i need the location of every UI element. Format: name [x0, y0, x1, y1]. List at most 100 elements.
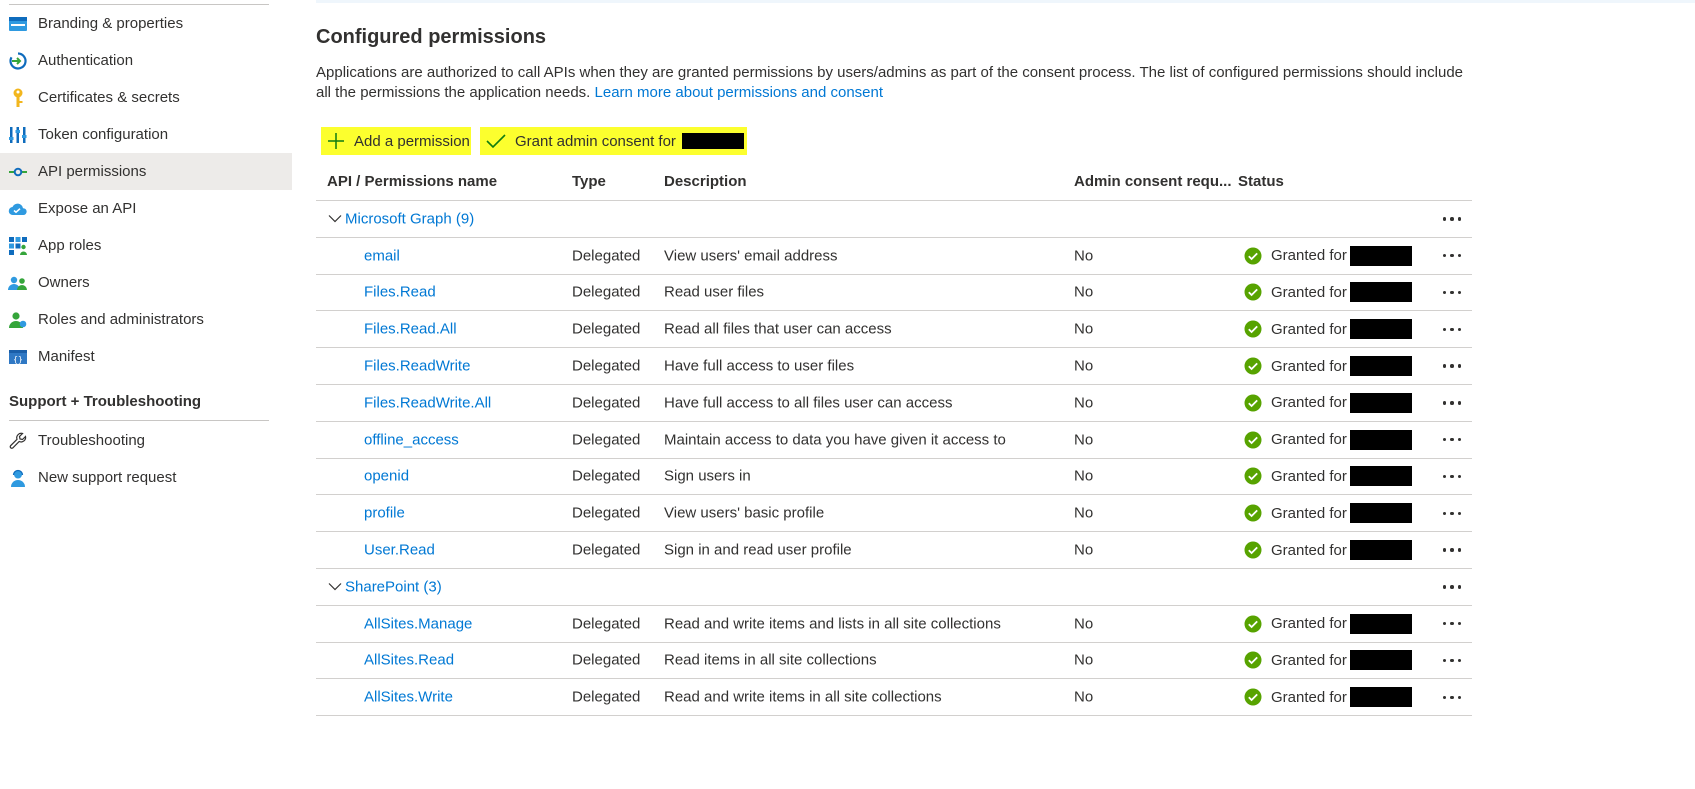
- table-row: offline_access Delegated Maintain access t…: [316, 422, 1472, 459]
- sidebar-item-label: Owners: [38, 274, 90, 291]
- permission-name-link[interactable]: Files.ReadWrite: [364, 358, 470, 375]
- permission-description: Read and write items in all site collect…: [664, 688, 942, 706]
- more-options-button[interactable]: [1438, 356, 1466, 376]
- sidebar-item-api-permissions[interactable]: API permissions: [0, 153, 292, 190]
- more-options-button[interactable]: [1438, 650, 1466, 670]
- header-type[interactable]: Type: [572, 173, 606, 190]
- sidebar-item-owners[interactable]: Owners: [0, 264, 292, 301]
- more-options-button[interactable]: [1438, 687, 1466, 707]
- header-status[interactable]: Status: [1238, 173, 1284, 190]
- more-options-button[interactable]: [1438, 540, 1466, 560]
- redacted-tenant-name: [1349, 466, 1412, 487]
- group-toggle[interactable]: SharePoint (3): [328, 578, 442, 595]
- status-text: Granted for: [1271, 357, 1347, 375]
- sidebar-item-label: Authentication: [38, 52, 134, 69]
- permission-name-link[interactable]: openid: [364, 468, 409, 485]
- permission-name-link[interactable]: profile: [364, 505, 405, 522]
- permission-type: Delegated: [572, 615, 641, 633]
- sidebar-item-label: New support request: [38, 469, 177, 486]
- top-strip: [316, 0, 1695, 3]
- sidebar-item-token-configuration[interactable]: Token configuration: [0, 116, 292, 153]
- sidebar-item-roles-admins[interactable]: Roles and administrators: [0, 301, 292, 338]
- header-name[interactable]: API / Permissions name: [327, 173, 497, 190]
- permission-type: Delegated: [572, 431, 641, 449]
- sidebar-item-label: API permissions: [38, 163, 147, 180]
- more-options-button[interactable]: [1438, 209, 1466, 229]
- redacted-tenant-name: [1349, 650, 1412, 671]
- more-icon: [1442, 290, 1462, 295]
- permission-name-link[interactable]: AllSites.Write: [364, 689, 453, 706]
- redacted-tenant-name: [1349, 245, 1412, 266]
- permission-type: Delegated: [572, 651, 641, 669]
- more-options-button[interactable]: [1438, 282, 1466, 302]
- more-icon: [1442, 437, 1462, 442]
- table-row: AllSites.Read Delegated Read items in all …: [316, 643, 1472, 680]
- more-options-button[interactable]: [1438, 614, 1466, 634]
- permission-name-link[interactable]: offline_access: [364, 431, 459, 448]
- admin-consent-required: No: [1074, 247, 1094, 265]
- more-options-button[interactable]: [1438, 319, 1466, 339]
- permission-name-link[interactable]: Files.Read.All: [364, 321, 457, 338]
- owners-icon: [8, 273, 28, 293]
- status-cell: Granted for: [1244, 356, 1412, 377]
- manifest-icon: {}: [8, 347, 28, 367]
- granted-check-icon: [1244, 283, 1262, 301]
- group-toggle[interactable]: Microsoft Graph (9): [328, 210, 474, 227]
- more-icon: [1442, 548, 1462, 552]
- more-options-button[interactable]: [1438, 577, 1466, 597]
- granted-check-icon: [1244, 615, 1262, 633]
- permission-type: Delegated: [572, 283, 641, 301]
- permission-name-link[interactable]: Files.Read: [364, 284, 436, 301]
- more-icon: [1442, 658, 1462, 663]
- granted-check-icon: [1244, 357, 1262, 375]
- sidebar-item-manifest[interactable]: {} Manifest: [0, 338, 292, 375]
- granted-check-icon: [1244, 320, 1262, 338]
- more-icon: [1442, 585, 1462, 589]
- permission-name-link[interactable]: User.Read: [364, 542, 435, 559]
- granted-check-icon: [1244, 504, 1262, 522]
- redacted-tenant-name: [1349, 392, 1412, 413]
- sidebar-item-authentication[interactable]: Authentication: [0, 42, 292, 79]
- authentication-icon: [8, 51, 28, 71]
- add-permission-button[interactable]: Add a permission: [321, 127, 471, 155]
- permission-description: Have full access to user files: [664, 357, 855, 375]
- sidebar-item-new-support-request[interactable]: New support request: [0, 459, 292, 496]
- permission-type: Delegated: [572, 504, 641, 522]
- permission-name-link[interactable]: AllSites.Manage: [364, 615, 472, 632]
- permission-name-link[interactable]: AllSites.Read: [364, 652, 454, 669]
- page-title: Configured permissions: [316, 26, 547, 48]
- more-options-button[interactable]: [1438, 466, 1466, 486]
- roles-admin-icon: [8, 310, 28, 330]
- sidebar-item-expose-api[interactable]: Expose an API: [0, 190, 292, 227]
- sidebar-item-branding[interactable]: Branding & properties: [0, 5, 292, 42]
- grant-admin-consent-button[interactable]: Grant admin consent for: [480, 127, 747, 155]
- api-permissions-icon: [8, 162, 28, 182]
- sidebar-item-app-roles[interactable]: App roles: [0, 227, 292, 264]
- header-description[interactable]: Description: [664, 173, 747, 190]
- table-row: Files.ReadWrite Delegated Have full access…: [316, 348, 1472, 385]
- admin-consent-required: No: [1074, 320, 1094, 338]
- status-cell: Granted for: [1244, 466, 1412, 487]
- redacted-tenant-name: [1349, 613, 1412, 634]
- status-cell: Granted for: [1244, 282, 1412, 303]
- permission-name-link[interactable]: email: [364, 247, 400, 264]
- more-icon: [1442, 217, 1462, 221]
- group-row: Microsoft Graph (9): [316, 201, 1472, 238]
- more-options-button[interactable]: [1438, 393, 1466, 413]
- status-text: Granted for: [1271, 651, 1347, 669]
- table-row: profile Delegated View users' basic profil…: [316, 495, 1472, 533]
- sidebar-item-troubleshooting[interactable]: Troubleshooting: [0, 422, 292, 459]
- learn-more-link[interactable]: Learn more about permissions and consent: [595, 84, 884, 101]
- table-row: openid Delegated Sign users in No Granted fo…: [316, 459, 1472, 496]
- sidebar-item-certificates[interactable]: Certificates & secrets: [0, 79, 292, 116]
- more-options-button[interactable]: [1438, 430, 1466, 450]
- more-options-button[interactable]: [1438, 503, 1466, 523]
- admin-consent-required: No: [1074, 357, 1094, 375]
- permission-type: Delegated: [572, 688, 641, 706]
- status-cell: Granted for: [1244, 392, 1412, 413]
- more-options-button[interactable]: [1438, 246, 1466, 266]
- redacted-tenant-name: [1349, 282, 1412, 303]
- header-admin-consent[interactable]: Admin consent requ...: [1074, 173, 1232, 190]
- permission-name-link[interactable]: Files.ReadWrite.All: [364, 394, 491, 411]
- permission-description: Read and write items and lists in all si…: [664, 615, 1001, 633]
